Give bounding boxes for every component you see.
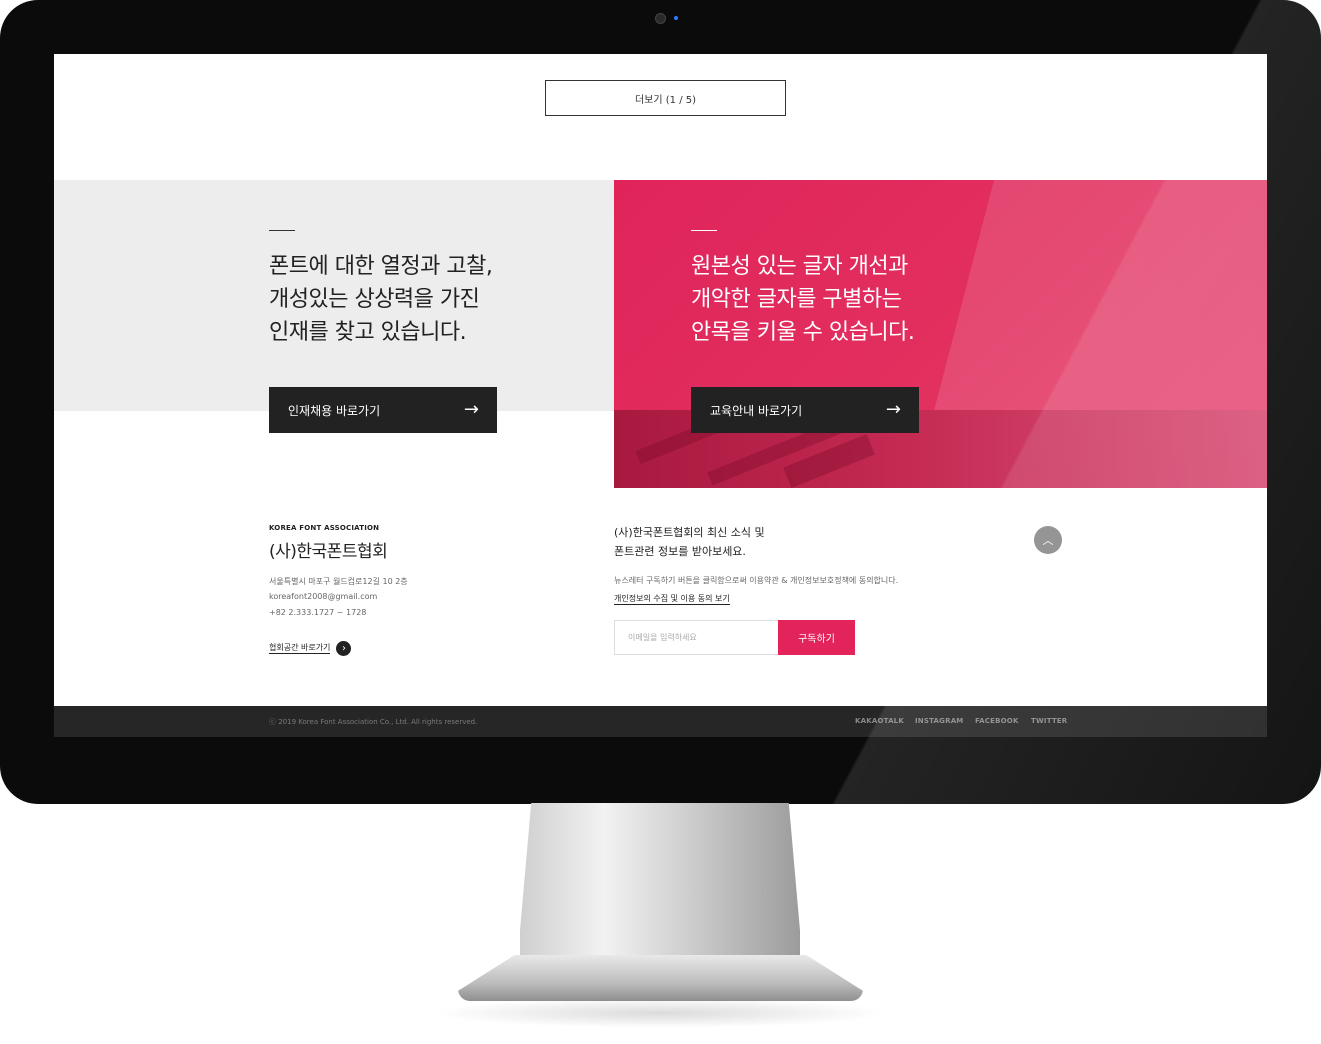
privacy-link[interactable]: 개인정보의 수집 및 이용 동의 보기 [614,594,730,605]
association-name: (사)한국폰트협회 [269,542,388,562]
copyright: ⓒ 2019 Korea Font Association Co., Ltd. … [269,718,478,726]
divider [691,230,717,231]
association-space-link[interactable]: 협회공간 바로가기 › [269,641,352,656]
load-more-button[interactable]: 더보기 (1 / 5) [545,80,786,116]
email: koreafont2008@gmail.com [269,592,378,601]
sns-link-kakaotalk[interactable]: KAKAOTALK [855,717,904,725]
divider [269,230,295,231]
association-name-en: KOREA FONT ASSOCIATION [269,524,380,532]
recruit-button[interactable]: 인재채용 바로가기 → [269,387,497,433]
stand-shadow [430,998,890,1028]
camera-icon [655,13,666,24]
monitor-base [458,955,863,1001]
monitor-bezel: 더보기 (1 / 5) 폰트에 대한 열정과 고찰, 개성있는 상상력을 가진 … [0,0,1321,804]
chevron-up-icon[interactable]: ︿ [1034,526,1062,554]
recruit-button-label: 인재채용 바로가기 [288,403,381,418]
association-space-label: 협회공간 바로가기 [269,643,331,654]
phone: +82 2.333.1727 ~ 1728 [269,608,367,617]
email-input[interactable] [614,620,779,655]
arrow-right-icon: → [463,399,479,420]
website-screen: 더보기 (1 / 5) 폰트에 대한 열정과 고찰, 개성있는 상상력을 가진 … [54,54,1267,737]
subscribe-button[interactable]: 구독하기 [778,620,855,655]
newsletter-title: (사)한국폰트협회의 최신 소식 및 폰트관련 정보를 받아보세요. [614,526,765,558]
newsletter-description: 뉴스레터 구독하기 버튼을 클릭함으로써 이용약관 & 개인정보보호정책에 동의… [614,576,899,585]
sns-link-facebook[interactable]: FACEBOOK [975,717,1019,725]
sns-link-twitter[interactable]: TWITTER [1031,717,1067,725]
recruit-text: 폰트에 대한 열정과 고찰, 개성있는 상상력을 가진 인재를 찾고 있습니다. [269,254,493,345]
footer: ⓒ 2019 Korea Font Association Co., Ltd. … [54,706,1267,737]
sns-link-instagram[interactable]: INSTAGRAM [915,717,963,725]
education-button[interactable]: 교육안내 바로가기 → [691,387,919,433]
arrow-right-icon: → [885,399,901,420]
address: 서울특별시 마포구 월드컵로12길 10 2층 [269,577,408,586]
education-button-label: 교육안내 바로가기 [710,403,803,418]
chevron-right-icon: › [336,641,352,656]
monitor-stand [520,803,800,973]
camera-led-icon [674,16,678,20]
education-text: 원본성 있는 글자 개선과 개악한 글자를 구별하는 안목을 키울 수 있습니다… [691,254,915,345]
